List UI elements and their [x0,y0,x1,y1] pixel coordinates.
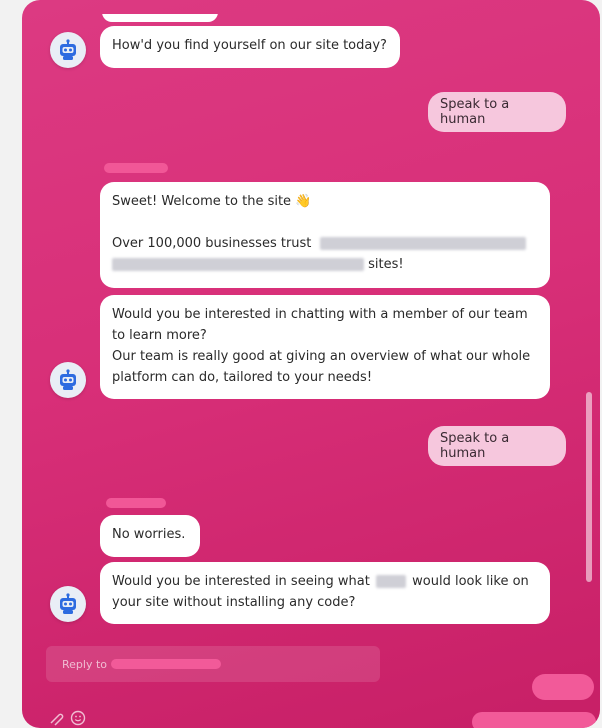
message-text: Over 100,000 businesses trust [112,236,312,251]
message-text: Would you be interested in chatting with… [112,307,528,322]
redacted-text [319,237,526,250]
message-text: sites! [368,257,404,272]
bot-avatar-icon [50,362,86,398]
bot-name-tag [104,163,168,173]
send-button[interactable] [532,674,594,700]
emoji-icon[interactable] [70,710,86,728]
bot-avatar-icon [50,586,86,622]
message-line: sites! [112,254,538,275]
message-line: Would you be interested in seeing what w… [112,571,538,592]
message-text: Sweet! Welcome to the site 👋 [112,194,312,209]
button-label: Speak to a human [440,431,510,461]
redacted-text [111,659,222,669]
footer-redacted [472,712,596,728]
reply-placeholder: Reply to [62,657,108,671]
message-text: Our team is really good at giving an ove… [112,349,531,364]
speak-to-human-button[interactable]: Speak to a human [428,92,566,132]
message-text: Would you be interested in seeing what [112,574,370,589]
bot-message: No worries. [100,515,200,557]
bot-avatar-icon [50,32,86,68]
message-text: to learn more? [112,328,207,343]
bot-message: Would you be interested in seeing what w… [100,562,550,624]
reply-input[interactable]: Reply to [46,646,380,682]
message-text: your site without installing any code? [112,595,356,610]
message-text: How'd you find yourself on our site toda… [112,38,387,53]
previous-message-edge [102,14,218,22]
message-text: would look like on [412,574,529,589]
redacted-text [112,258,364,271]
bot-message: How'd you find yourself on our site toda… [100,26,400,68]
redacted-text [376,575,407,588]
bot-message: Would you be interested in chatting with… [100,295,550,399]
message-text: platform can do, tailored to your needs! [112,370,373,385]
attachment-icon[interactable] [48,710,64,728]
chat-panel: How'd you find yourself on our site toda… [22,0,600,728]
message-line: Over 100,000 businesses trust [112,233,538,254]
bot-message: Sweet! Welcome to the site 👋 Over 100,00… [100,182,550,288]
message-text: No worries. [112,527,186,542]
button-label: Speak to a human [440,97,510,127]
scrollbar[interactable] [586,392,592,582]
bot-name-tag [106,498,166,508]
speak-to-human-button[interactable]: Speak to a human [428,426,566,466]
